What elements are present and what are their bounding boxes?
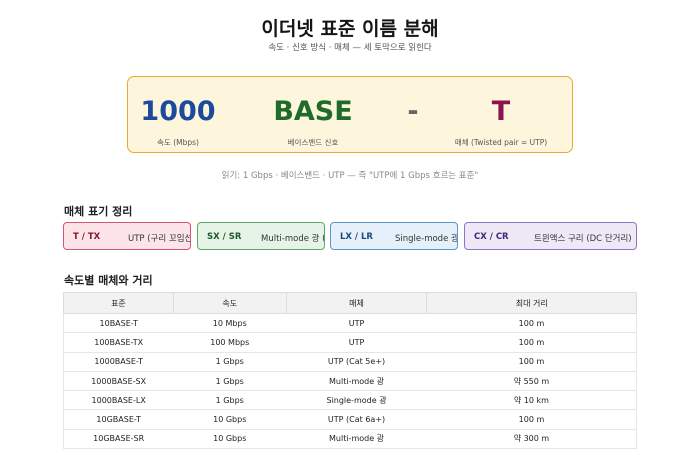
column-header-distance: 최대 거리	[426, 292, 637, 314]
speed-caption: 속도 (Mbps)	[157, 138, 199, 147]
table-row: 1000BASE-SX 1 Gbps Multi-mode 광 약 550 m	[63, 371, 637, 392]
cell-speed: 10 Mbps	[173, 313, 287, 334]
cell-media: Multi-mode 광	[286, 371, 427, 392]
reading-note: 읽기: 1 Gbps · 베이스밴드 · UTP — 즉 "UTP에 1 Gbp…	[221, 171, 479, 181]
cell-speed: 10 Gbps	[173, 429, 287, 450]
media-chip-desc: 트윈액스 구리 (DC 단거리)	[534, 234, 632, 244]
cell-distance: 약 10 km	[426, 390, 637, 411]
cell-media: UTP (Cat 5e+)	[286, 352, 427, 372]
cell-media: Multi-mode 광	[286, 429, 427, 450]
cell-standard: 1000BASE-SX	[63, 371, 174, 392]
name-breakdown-box: 1000 속도 (Mbps) BASE 베이스밴드 신호 - T 매체 (Twi…	[127, 76, 573, 153]
table-row: 10GBASE-T 10 Gbps UTP (Cat 6a+) 100 m	[63, 409, 637, 430]
cell-speed: 10 Gbps	[173, 409, 287, 430]
cell-standard: 10BASE-T	[63, 313, 174, 334]
cell-standard: 100BASE-TX	[63, 332, 174, 353]
table-row: 1000BASE-LX 1 Gbps Single-mode 광 약 10 km	[63, 390, 637, 411]
media-chip-lx: LX / LR Single-mode 광 (장거리)	[330, 222, 458, 250]
media-section-heading: 매체 표기 정리	[64, 205, 133, 218]
cell-distance: 100 m	[426, 332, 637, 353]
media-chip-code: SX / SR	[207, 232, 242, 242]
cell-distance: 100 m	[426, 409, 637, 430]
signal-part: BASE 베이스밴드 신호	[258, 77, 368, 152]
speed-part: 1000 속도 (Mbps)	[128, 77, 228, 152]
media-chip-sx: SX / SR Multi-mode 광 (단거리)	[197, 222, 325, 250]
cell-standard: 10GBASE-SR	[63, 429, 174, 450]
column-header-media: 매체	[285, 292, 428, 314]
cell-distance: 100 m	[426, 352, 637, 372]
media-chip-code: CX / CR	[474, 232, 509, 242]
cell-speed: 1 Gbps	[173, 390, 287, 411]
signal-value: BASE	[273, 96, 353, 127]
media-value: T	[491, 96, 511, 127]
cell-standard: 1000BASE-LX	[63, 390, 174, 411]
media-caption: 매체 (Twisted pair = UTP)	[454, 138, 548, 147]
cell-media: Single-mode 광	[286, 390, 427, 411]
column-header-standard: 표준	[63, 292, 174, 314]
table-row: 1000BASE-T 1 Gbps UTP (Cat 5e+) 100 m	[63, 352, 637, 372]
cell-distance: 약 550 m	[426, 371, 637, 392]
media-chip-desc: Single-mode 광 (장거리)	[395, 234, 457, 244]
speed-value: 1000	[140, 96, 216, 127]
speed-table: 표준 속도 매체 최대 거리 10BASE-T 10 Mbps UTP 100 …	[63, 292, 637, 450]
cell-distance: 100 m	[426, 313, 637, 334]
table-row: 100BASE-TX 100 Mbps UTP 100 m	[63, 332, 637, 353]
cell-speed: 100 Mbps	[173, 332, 287, 353]
cell-standard: 10GBASE-T	[63, 409, 174, 430]
media-chip-desc: UTP (구리 꼬임선)	[128, 234, 191, 244]
media-part: T 매체 (Twisted pair = UTP)	[428, 77, 574, 152]
media-chip-desc: Multi-mode 광 (단거리)	[261, 234, 324, 244]
page-title: 이더넷 표준 이름 분해	[261, 18, 439, 40]
cell-media: UTP	[286, 313, 427, 334]
cell-media: UTP (Cat 6a+)	[286, 409, 427, 430]
table-header-row: 표준 속도 매체 최대 거리	[63, 292, 637, 314]
table-row: 10BASE-T 10 Mbps UTP 100 m	[63, 313, 637, 334]
media-chip-code: LX / LR	[340, 232, 373, 242]
media-chip-t: T / TX UTP (구리 꼬임선)	[63, 222, 191, 250]
table-row: 10GBASE-SR 10 Gbps Multi-mode 광 약 300 m	[63, 429, 637, 450]
column-header-speed: 속도	[172, 292, 287, 314]
separator-part: -	[398, 77, 428, 152]
cell-standard: 1000BASE-T	[63, 352, 174, 372]
cell-speed: 1 Gbps	[173, 352, 287, 372]
signal-caption: 베이스밴드 신호	[287, 138, 339, 147]
page-subtitle: 속도 · 신호 방식 · 매체 — 세 토막으로 읽힌다	[268, 43, 432, 53]
media-chip-code: T / TX	[73, 232, 101, 242]
cell-speed: 1 Gbps	[173, 371, 287, 392]
cell-media: UTP	[286, 332, 427, 353]
separator-dash: -	[407, 96, 419, 127]
cell-distance: 약 300 m	[426, 429, 637, 450]
media-chip-cx: CX / CR 트윈액스 구리 (DC 단거리)	[464, 222, 637, 250]
speed-section-heading: 속도별 매체와 거리	[64, 274, 153, 287]
